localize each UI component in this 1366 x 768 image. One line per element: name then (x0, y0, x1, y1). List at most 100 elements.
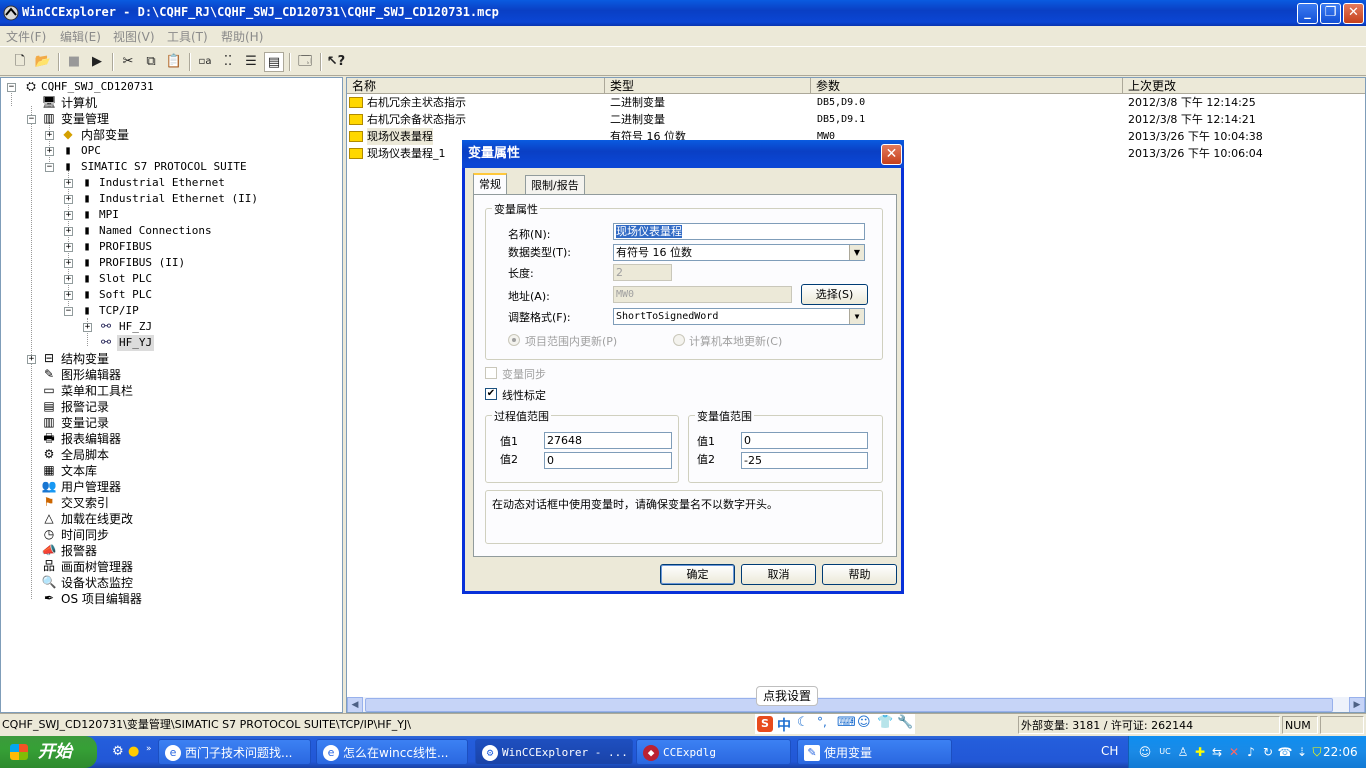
tray-plus-icon[interactable]: ✚ (1192, 744, 1208, 760)
tree-item-internal-tags[interactable]: + ◆ 内部变量 (1, 127, 341, 143)
dialog-close-button[interactable]: ✕ (881, 144, 902, 165)
tree-item-mpi[interactable]: + ▮ MPI (1, 207, 341, 223)
keyboard-icon[interactable]: ⌨ (837, 715, 856, 730)
ime-settings-tip[interactable]: 点我设置 (756, 686, 818, 706)
scroll-left-arrow-icon[interactable]: ◀ (347, 697, 363, 712)
taskbar-item-wincc-explorer[interactable]: ⚙ WinCCExplorer - ... (475, 739, 633, 765)
tree-item-time-sync[interactable]: ◷ 时间同步 (1, 527, 341, 543)
expand-icon[interactable]: + (27, 355, 36, 364)
expand-icon[interactable]: + (64, 211, 73, 220)
tag-value1-field[interactable]: 0 (741, 432, 868, 449)
cancel-button[interactable]: 取消 (741, 564, 816, 585)
tree-item-computer[interactable]: 🖥 计算机 (1, 95, 341, 111)
list-view-icon[interactable]: ☰ (241, 52, 261, 72)
expand-icon[interactable]: + (64, 291, 73, 300)
tray-network-icon[interactable]: ⇆ (1209, 744, 1225, 760)
scroll-right-arrow-icon[interactable]: ▶ (1349, 697, 1365, 712)
tree-item-profibus-ii[interactable]: + ▮ PROFIBUS (II) (1, 255, 341, 271)
tree-item-os-project-editor[interactable]: ✒ OS 项目编辑器 (1, 591, 341, 607)
dialog-title-bar[interactable]: 变量属性 ✕ (462, 140, 904, 168)
taskbar-item-ccexpdlg[interactable]: ◆ CCExpdlg (636, 739, 791, 765)
column-header-parameter[interactable]: 参数 (811, 78, 1123, 94)
window-title-bar[interactable]: WinCCExplorer - D:\CQHF_RJ\CQHF_SWJ_CD12… (0, 0, 1366, 26)
tray-safely-remove-icon[interactable]: ⇣ (1294, 744, 1310, 760)
expand-icon[interactable]: + (64, 243, 73, 252)
clock[interactable]: 22:06 (1323, 745, 1358, 759)
linear-scaling-checkbox[interactable]: ✔ (485, 388, 497, 400)
minimize-button[interactable]: _ (1297, 3, 1318, 24)
ok-button[interactable]: 确定 (660, 564, 735, 585)
project-tree[interactable]: − ⛭ CQHF_SWJ_CD120731 🖥 计算机 − ▥ 变量管理 + ◆… (0, 77, 343, 713)
tree-item-profibus[interactable]: + ▮ PROFIBUS (1, 239, 341, 255)
tree-item-structure-tags[interactable]: + ⊟ 结构变量 (1, 351, 341, 367)
tree-item-industrial-ethernet-ii[interactable]: + ▮ Industrial Ethernet (II) (1, 191, 341, 207)
tray-phone-icon[interactable]: ☎ (1277, 744, 1293, 760)
collapse-icon[interactable]: − (27, 115, 36, 124)
tree-item-tcp-ip[interactable]: − ▮ TCP/IP (1, 303, 341, 319)
moon-icon[interactable]: ☾ (797, 715, 809, 730)
tree-item-device-status-monitor[interactable]: 🔍 设备状态监控 (1, 575, 341, 591)
expand-icon[interactable]: + (64, 259, 73, 268)
tree-item-load-online-changes[interactable]: △ 加载在线更改 (1, 511, 341, 527)
tree-item-report-designer[interactable]: 🖶 报表编辑器 (1, 431, 341, 447)
open-folder-icon[interactable]: 📂 (33, 52, 53, 72)
maximize-button[interactable]: ❐ (1320, 3, 1341, 24)
wrench-icon[interactable]: 🔧 (897, 715, 913, 730)
collapse-icon[interactable]: − (64, 307, 73, 316)
tree-item-soft-plc[interactable]: + ▮ Soft PLC (1, 287, 341, 303)
tree-item-s7-protocol-suite[interactable]: − ▮ SIMATIC S7 PROTOCOL SUITE (1, 159, 341, 175)
cut-icon[interactable]: ✂ (118, 52, 138, 72)
copy-icon[interactable]: ⧉ (141, 52, 161, 72)
tray-sound-icon[interactable]: ♪ (1243, 744, 1259, 760)
name-field[interactable]: 现场仪表量程 (613, 223, 865, 240)
menu-edit[interactable]: 编辑(E) (60, 28, 101, 45)
punctuation-icon[interactable]: °, (817, 715, 827, 729)
details-view-icon[interactable]: ▤ (264, 52, 284, 72)
taskbar-item-ie-1[interactable]: e 西门子技术问题找... (158, 739, 311, 765)
ime-mode-indicator[interactable]: 中 (777, 715, 791, 735)
tree-item-tag-management[interactable]: − ▥ 变量管理 (1, 111, 341, 127)
tree-item-opc[interactable]: + ▮ OPC (1, 143, 341, 159)
tray-sync-icon[interactable]: ↻ (1260, 744, 1276, 760)
language-indicator[interactable]: CH (1101, 744, 1118, 758)
tree-item-tag-logging[interactable]: ▥ 变量记录 (1, 415, 341, 431)
menu-tools[interactable]: 工具(T) (167, 28, 208, 45)
tree-item-industrial-ethernet[interactable]: + ▮ Industrial Ethernet (1, 175, 341, 191)
tag-sync-checkbox[interactable] (485, 367, 497, 379)
stop-icon[interactable]: ■ (64, 52, 84, 72)
paste-icon[interactable]: 📋 (164, 52, 184, 72)
tag-value2-field[interactable]: -25 (741, 452, 868, 469)
column-header-type[interactable]: 类型 (605, 78, 811, 94)
menu-view[interactable]: 视图(V) (113, 28, 155, 45)
table-row[interactable]: 右机冗余备状态指示 二进制变量 DB5,D9.1 2012/3/8 下午 12:… (347, 111, 1365, 128)
tree-item-picture-tree-manager[interactable]: 品 画面树管理器 (1, 559, 341, 575)
tree-item-cross-reference[interactable]: ⚑ 交叉索引 (1, 495, 341, 511)
tray-user-icon[interactable]: ♙ (1175, 744, 1191, 760)
process-value2-field[interactable]: 0 (544, 452, 672, 469)
user-icon[interactable]: ☺ (857, 715, 871, 730)
tree-item-horn[interactable]: 📣 报警器 (1, 543, 341, 559)
tree-item-hf-yj[interactable]: ⚯ HF_YJ (1, 335, 341, 351)
adapt-format-select[interactable]: ShortToSignedWord ▼ (613, 308, 865, 325)
tree-item-text-library[interactable]: ▦ 文本库 (1, 463, 341, 479)
project-wide-update-radio[interactable] (508, 334, 520, 346)
tray-ucam-icon[interactable]: UC (1157, 744, 1173, 760)
new-file-icon[interactable]: 🗋 (10, 52, 30, 72)
tree-item-graphics-designer[interactable]: ✎ 图形编辑器 (1, 367, 341, 383)
skin-icon[interactable]: 👕 (877, 715, 893, 730)
close-button[interactable]: ✕ (1343, 3, 1364, 24)
expand-icon[interactable]: + (45, 147, 54, 156)
tree-item-slot-plc[interactable]: + ▮ Slot PLC (1, 271, 341, 287)
expand-icon[interactable]: + (64, 275, 73, 284)
run-icon[interactable]: ▶ (87, 52, 107, 72)
expand-icon[interactable]: + (83, 323, 92, 332)
collapse-icon[interactable]: − (45, 163, 54, 172)
collapse-icon[interactable]: − (7, 83, 16, 92)
taskbar-item-use-tags[interactable]: ✎ 使用变量 (797, 739, 952, 765)
dropdown-arrow-icon[interactable]: ▼ (849, 245, 864, 260)
tree-item-named-connections[interactable]: + ▮ Named Connections (1, 223, 341, 239)
horizontal-scrollbar[interactable]: ◀ ▶ (347, 697, 1365, 712)
ime-toolbar[interactable]: S 中 ☾ °, ⌨ ☺ 👕 🔧 (755, 714, 915, 734)
help-button[interactable]: 帮助 (822, 564, 897, 585)
tree-item-global-script[interactable]: ⚙ 全局脚本 (1, 447, 341, 463)
